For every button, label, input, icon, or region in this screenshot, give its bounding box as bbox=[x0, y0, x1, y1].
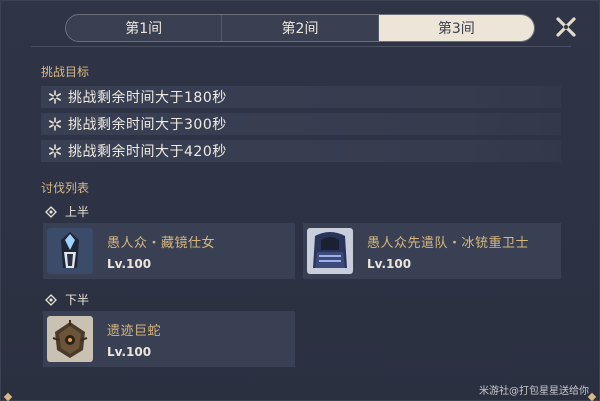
enemy-name: 愚人众・藏镜仕女 bbox=[107, 235, 216, 251]
close-icon bbox=[556, 17, 576, 37]
enemy-list-title: 讨伐列表 bbox=[41, 181, 90, 195]
enemy-card[interactable]: 遗迹巨蛇 Lv.100 bbox=[43, 311, 295, 367]
corner-ornament bbox=[587, 392, 597, 401]
goal-text: 挑战剩余时间大于180秒 bbox=[68, 90, 227, 106]
goal-text: 挑战剩余时间大于420秒 bbox=[68, 144, 227, 160]
enemy-level: Lv.100 bbox=[107, 344, 152, 359]
ruin-serpent-portrait bbox=[47, 316, 93, 362]
cryo-gunner-portrait bbox=[307, 228, 353, 274]
header-divider bbox=[31, 46, 571, 47]
enemy-name: 遗迹巨蛇 bbox=[107, 323, 162, 339]
second-half-text: 下半 bbox=[65, 293, 90, 307]
corner-ornament bbox=[3, 392, 13, 401]
snowflake-icon bbox=[48, 144, 61, 158]
tab-chamber-3[interactable]: 第3间 bbox=[378, 15, 534, 41]
enemy-name: 愚人众先遣队・冰铳重卫士 bbox=[367, 235, 530, 251]
watermark: 米游社@打包星星送给你 bbox=[479, 386, 589, 397]
enemy-level: Lv.100 bbox=[107, 256, 152, 271]
goal-row: 挑战剩余时间大于300秒 bbox=[41, 113, 561, 135]
first-half-text: 上半 bbox=[65, 205, 90, 219]
goal-text: 挑战剩余时间大于300秒 bbox=[68, 117, 227, 133]
enemy-card[interactable]: 愚人众先遣队・冰铳重卫士 Lv.100 bbox=[303, 223, 561, 279]
chamber-tabs: 第1间 第2间 第3间 bbox=[65, 14, 535, 42]
close-button[interactable] bbox=[554, 15, 578, 39]
tab-chamber-2[interactable]: 第2间 bbox=[222, 15, 379, 41]
enemy-level: Lv.100 bbox=[367, 256, 412, 271]
first-half-label: 上半 bbox=[45, 203, 89, 220]
second-half-label: 下半 bbox=[45, 291, 89, 308]
goal-row: 挑战剩余时间大于180秒 bbox=[41, 86, 561, 108]
mirror-maiden-portrait bbox=[47, 228, 93, 274]
enemy-card[interactable]: 愚人众・藏镜仕女 Lv.100 bbox=[43, 223, 295, 279]
goal-row: 挑战剩余时间大于420秒 bbox=[41, 140, 561, 162]
tab-chamber-1[interactable]: 第1间 bbox=[66, 15, 223, 41]
snowflake-icon bbox=[48, 117, 61, 131]
snowflake-icon bbox=[48, 90, 61, 104]
diamond-icon bbox=[45, 293, 57, 306]
abyss-chamber-panel: 第1间 第2间 第3间 挑战目标 挑战剩余时间大于180秒 挑战剩余时间大于30… bbox=[0, 0, 600, 401]
goals-title: 挑战目标 bbox=[41, 65, 90, 79]
diamond-icon bbox=[45, 205, 57, 218]
